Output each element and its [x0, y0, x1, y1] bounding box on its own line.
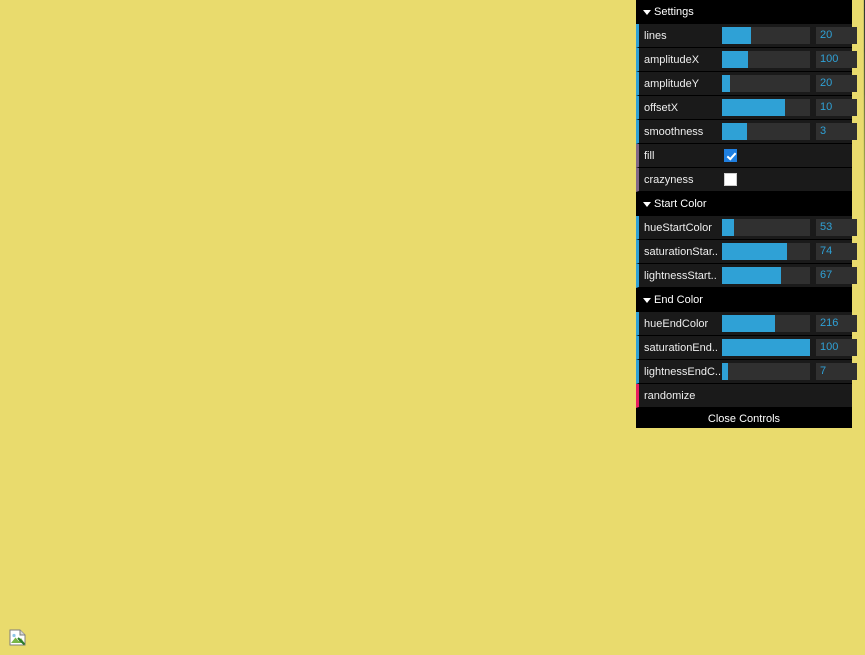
control-widget: 10 [722, 96, 857, 120]
number-input[interactable]: 10 [816, 99, 857, 116]
folder-title-label: Start Color [654, 198, 707, 210]
slider-track[interactable] [722, 219, 810, 236]
slider-fill [722, 243, 787, 260]
slider-track[interactable] [722, 27, 810, 44]
folder-body-start-color: hueStartColor53saturationStar..74lightne… [636, 216, 852, 288]
slider-track[interactable] [722, 99, 810, 116]
slider-fill [722, 99, 785, 116]
control-label[interactable]: lines [644, 24, 722, 48]
control-label[interactable]: fill [644, 144, 722, 168]
slider-track[interactable] [722, 267, 810, 284]
number-input[interactable]: 7 [816, 363, 857, 380]
gui-folders: Settings lines20amplitudeX100amplitudeY20… [636, 0, 852, 384]
number-input[interactable]: 100 [816, 339, 857, 356]
control-label[interactable]: hueEndColor [644, 312, 722, 336]
control-row-lines[interactable]: lines20 [636, 24, 852, 48]
slider-track[interactable] [722, 363, 810, 380]
number-input[interactable]: 53 [816, 219, 857, 236]
control-widget: 53 [722, 216, 857, 240]
control-row-amplitudex[interactable]: amplitudeX100 [636, 48, 852, 72]
caret-down-icon [643, 298, 651, 303]
slider-fill [722, 339, 810, 356]
slider-fill [722, 27, 751, 44]
number-input[interactable]: 100 [816, 51, 857, 68]
slider-track[interactable] [722, 315, 810, 332]
folder-title-settings[interactable]: Settings [636, 0, 852, 24]
function-button-randomize[interactable]: randomize [636, 384, 852, 408]
folder-title-label: Settings [654, 6, 694, 18]
gui-function-controls: randomize [636, 384, 852, 408]
slider-fill [722, 75, 730, 92]
slider-fill [722, 315, 775, 332]
control-label[interactable]: crazyness [644, 168, 722, 192]
control-widget: 100 [722, 48, 857, 72]
slider-track[interactable] [722, 51, 810, 68]
folder-body-end-color: hueEndColor216saturationEnd..100lightnes… [636, 312, 852, 384]
control-row-crazyness[interactable]: crazyness [636, 168, 852, 192]
control-row-hueendcolor[interactable]: hueEndColor216 [636, 312, 852, 336]
gui-controls-container: Settings lines20amplitudeX100amplitudeY20… [636, 0, 852, 408]
slider-fill [722, 267, 781, 284]
number-input[interactable]: 20 [816, 27, 857, 44]
control-row-huestartcolor[interactable]: hueStartColor53 [636, 216, 852, 240]
control-widget: 100 [722, 336, 857, 360]
dat-gui-panel[interactable]: Settings lines20amplitudeX100amplitudeY20… [636, 0, 852, 428]
caret-down-icon [643, 202, 651, 207]
slider-track[interactable] [722, 339, 810, 356]
function-label: randomize [644, 384, 697, 408]
slider-track[interactable] [722, 243, 810, 260]
app-root: Settingslines20amplitudeX100amplitudeY20… [0, 0, 865, 655]
control-widget: 74 [722, 240, 857, 264]
control-widget [722, 144, 852, 168]
number-input[interactable]: 3 [816, 123, 857, 140]
slider-fill [722, 219, 734, 236]
control-row-lightnessendc-[interactable]: lightnessEndC..7 [636, 360, 852, 384]
control-row-amplitudey[interactable]: amplitudeY20 [636, 72, 852, 96]
folder-title-start-color[interactable]: Start Color [636, 192, 852, 216]
slider-fill [722, 51, 748, 68]
number-input[interactable]: 216 [816, 315, 857, 332]
control-label[interactable]: amplitudeY [644, 72, 722, 96]
control-row-saturationstar-[interactable]: saturationStar..74 [636, 240, 852, 264]
control-row-smoothness[interactable]: smoothness3 [636, 120, 852, 144]
number-input[interactable]: 20 [816, 75, 857, 92]
control-label[interactable]: lightnessStart.. [644, 264, 722, 288]
control-widget [722, 168, 852, 192]
folder-title-label: End Color [654, 294, 703, 306]
number-input[interactable]: 74 [816, 243, 857, 260]
checkbox-unchecked[interactable] [724, 173, 737, 186]
control-label[interactable]: hueStartColor [644, 216, 722, 240]
folder-body-settings: lines20amplitudeX100amplitudeY20offsetX1… [636, 24, 852, 192]
checkbox-checked[interactable] [724, 149, 737, 162]
control-widget: 7 [722, 360, 857, 384]
control-row-fill[interactable]: fill [636, 144, 852, 168]
control-row-saturationend-[interactable]: saturationEnd..100 [636, 336, 852, 360]
control-label[interactable]: saturationEnd.. [644, 336, 722, 360]
control-row-lightnessstart-[interactable]: lightnessStart..67 [636, 264, 852, 288]
slider-fill [722, 363, 728, 380]
control-label[interactable]: smoothness [644, 120, 722, 144]
folder-title-end-color[interactable]: End Color [636, 288, 852, 312]
control-widget: 67 [722, 264, 857, 288]
broken-image-icon [9, 629, 26, 646]
control-widget: 3 [722, 120, 857, 144]
number-input[interactable]: 67 [816, 267, 857, 284]
slider-fill [722, 123, 747, 140]
control-widget: 216 [722, 312, 857, 336]
control-row-offsetx[interactable]: offsetX10 [636, 96, 852, 120]
control-label[interactable]: amplitudeX [644, 48, 722, 72]
close-controls-button[interactable]: Close Controls [636, 408, 852, 428]
caret-down-icon [643, 10, 651, 15]
slider-track[interactable] [722, 75, 810, 92]
control-label[interactable]: lightnessEndC.. [644, 360, 722, 384]
control-widget: 20 [722, 72, 857, 96]
control-label[interactable]: saturationStar.. [644, 240, 722, 264]
control-widget: 20 [722, 24, 857, 48]
control-label[interactable]: offsetX [644, 96, 722, 120]
slider-track[interactable] [722, 123, 810, 140]
